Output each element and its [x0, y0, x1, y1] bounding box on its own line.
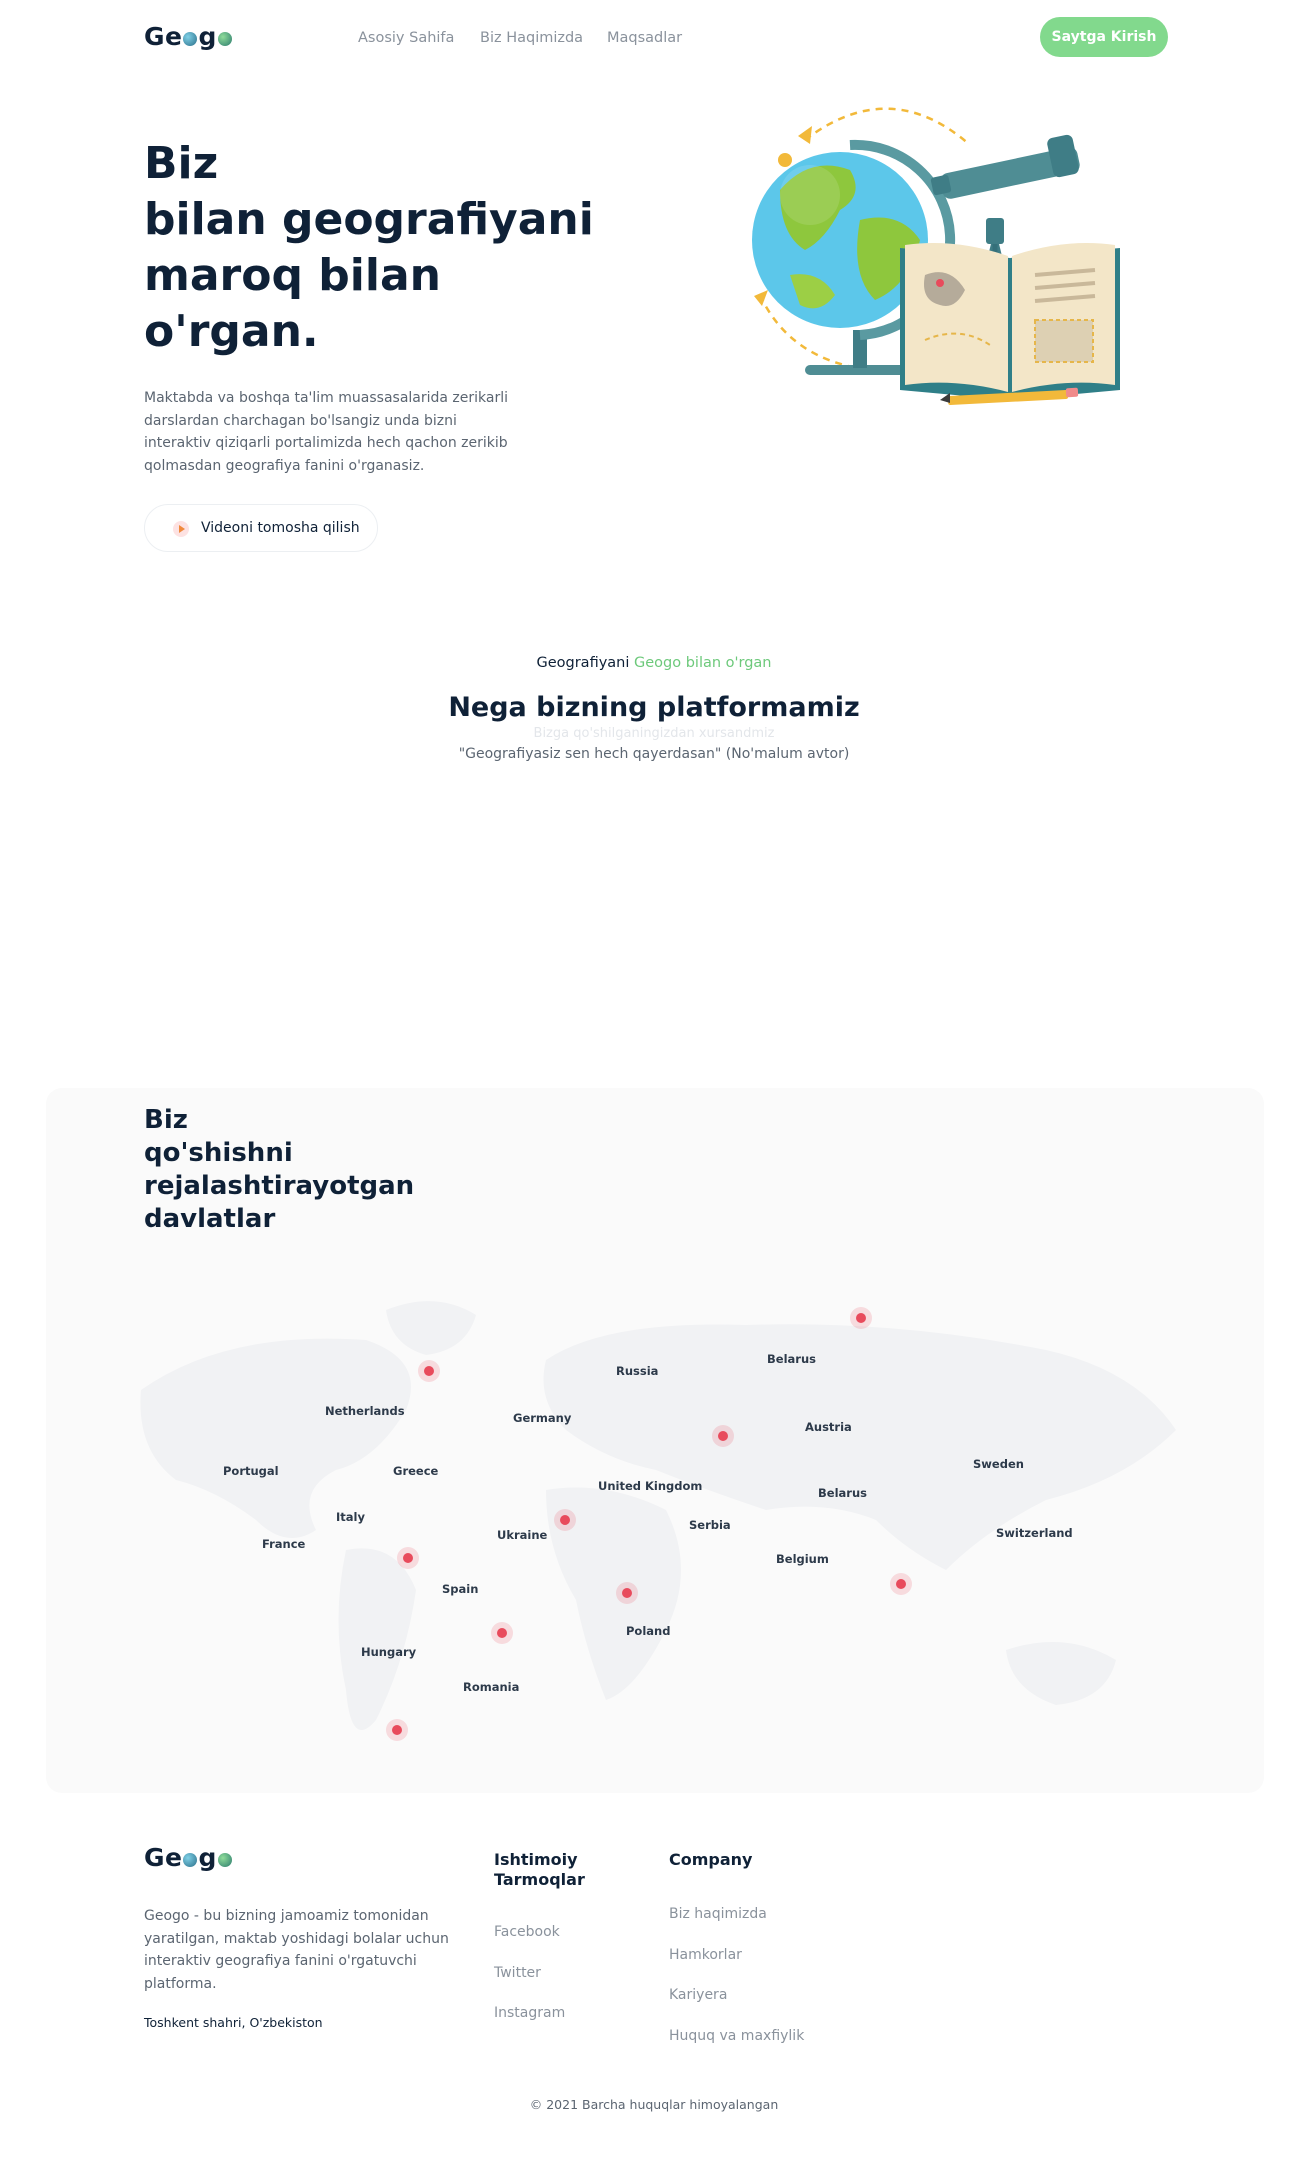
- hero-title-line: maroq bilan: [144, 250, 441, 301]
- globe-icon: [217, 32, 232, 46]
- footer-social-column: Ishtimoiy Tarmoqlar: [494, 1850, 585, 1890]
- section-kicker: Geografiyani Geogo bilan o'rgan: [0, 655, 1308, 671]
- countries-title: Biz qo'shishni rejalashtirayotgan davlat…: [144, 1104, 444, 1236]
- countries-title-line: rejalashtirayotgan: [144, 1171, 415, 1201]
- country-label: Belarus: [818, 1486, 867, 1500]
- countries-title-line: davlatlar: [144, 1204, 276, 1234]
- hero-description: Maktabda va boshqa ta'lim muassasalarida…: [144, 390, 509, 474]
- country-label: France: [262, 1537, 306, 1551]
- country-label: Netherlands: [325, 1404, 405, 1418]
- country-label: Romania: [463, 1680, 520, 1694]
- country-label: Portugal: [223, 1464, 279, 1478]
- flag-pin: [778, 153, 792, 167]
- footer-link-privacy[interactable]: Huquq va maxfiylik: [669, 2028, 804, 2044]
- orbit-arrow: [804, 107, 971, 146]
- footer-heading-line: Ishtimoiy: [494, 1850, 578, 1869]
- footer-link-careers[interactable]: Kariyera: [669, 1987, 727, 2003]
- country-label: Austria: [805, 1420, 852, 1434]
- country-label: Serbia: [689, 1518, 731, 1532]
- hero-title-line: Biz: [144, 138, 219, 189]
- globe-icon: [217, 1853, 232, 1867]
- country-label: Russia: [616, 1364, 659, 1378]
- footer-link-about[interactable]: Biz haqimizda: [669, 1906, 767, 1922]
- country-label: Belgium: [776, 1552, 829, 1566]
- map-landmass: [338, 1548, 416, 1730]
- country-label: Greece: [393, 1464, 439, 1478]
- world-map: [140, 1301, 1176, 1730]
- footer-social-heading: Ishtimoiy Tarmoqlar: [494, 1850, 585, 1890]
- open-book: [900, 243, 1120, 400]
- why-quote: "Geografiyasiz sen hech qayerdasan" (No'…: [458, 746, 850, 762]
- arrow-head: [798, 126, 812, 144]
- copyright: © 2021 Barcha huquqlar himoyalangan: [529, 2097, 779, 2112]
- footer-description: Geogo - bu bizning jamoamiz tomonidan ya…: [144, 1908, 449, 1992]
- why-ghost-subtitle: Bizga qo'shilganingizdan xursandmiz: [533, 726, 775, 741]
- map-landmass: [140, 1338, 411, 1538]
- map-landmass: [1006, 1642, 1116, 1705]
- nav-link-home[interactable]: Asosiy Sahifa: [358, 30, 454, 46]
- globe-icon: [183, 1853, 198, 1867]
- footer-logo[interactable]: Ge g: [144, 1843, 233, 1872]
- map-landmass: [546, 1487, 681, 1700]
- footer-link-instagram[interactable]: Instagram: [494, 2005, 565, 2021]
- logo-text-mid: g: [198, 22, 217, 51]
- why-title: Nega bizning platformamiz: [448, 692, 860, 723]
- kicker-text: Geografiyani: [536, 655, 630, 671]
- country-label: Sweden: [973, 1457, 1024, 1471]
- play-icon: [173, 521, 189, 537]
- hero-title-line: bilan geografiyani: [144, 194, 594, 245]
- hero-illustration: [752, 107, 1120, 406]
- country-label: Hungary: [361, 1645, 417, 1659]
- footer-link-partners[interactable]: Hamkorlar: [669, 1947, 742, 1963]
- header-logo[interactable]: Ge g: [144, 22, 233, 51]
- footer-link-twitter[interactable]: Twitter: [494, 1965, 541, 1981]
- country-label: Switzerland: [996, 1526, 1073, 1540]
- logo-text-start: Ge: [144, 22, 183, 51]
- country-label: United Kingdom: [598, 1479, 703, 1493]
- countries-title-line: Biz: [144, 1105, 188, 1135]
- hero-title-line: o'rgan.: [144, 306, 319, 357]
- enter-site-button[interactable]: Saytga Kirish: [1040, 17, 1168, 57]
- arrow-head: [754, 290, 768, 306]
- countries-title-line: qo'shishni: [144, 1138, 293, 1168]
- country-label: Spain: [442, 1582, 479, 1596]
- globe-shine: [780, 165, 840, 225]
- logo-text-start: Ge: [144, 1843, 183, 1872]
- nav-link-about[interactable]: Biz Haqimizda: [480, 30, 583, 46]
- kicker-accent: Geogo bilan o'rgan: [634, 655, 772, 671]
- country-label: Belarus: [767, 1352, 816, 1366]
- footer-link-facebook[interactable]: Facebook: [494, 1924, 560, 1940]
- hero-title: Biz bilan geografiyani maroq bilan o'rga…: [144, 136, 604, 360]
- globe-icon: [183, 32, 198, 46]
- country-label: Italy: [336, 1510, 365, 1524]
- logo-text-mid: g: [198, 1843, 217, 1872]
- country-label: Poland: [626, 1624, 671, 1638]
- footer-company-heading: Company: [669, 1850, 753, 1869]
- watch-video-button[interactable]: Videoni tomosha qilish: [144, 504, 378, 552]
- footer-heading-line: Tarmoqlar: [494, 1870, 585, 1889]
- nav-link-goals[interactable]: Maqsadlar: [607, 30, 682, 46]
- footer-address: Toshkent shahri, O'zbekiston: [144, 2015, 323, 2030]
- map-landmass: [386, 1301, 476, 1355]
- country-label: Ukraine: [497, 1528, 548, 1542]
- country-label: Germany: [513, 1411, 572, 1425]
- watch-video-label: Videoni tomosha qilish: [201, 520, 360, 536]
